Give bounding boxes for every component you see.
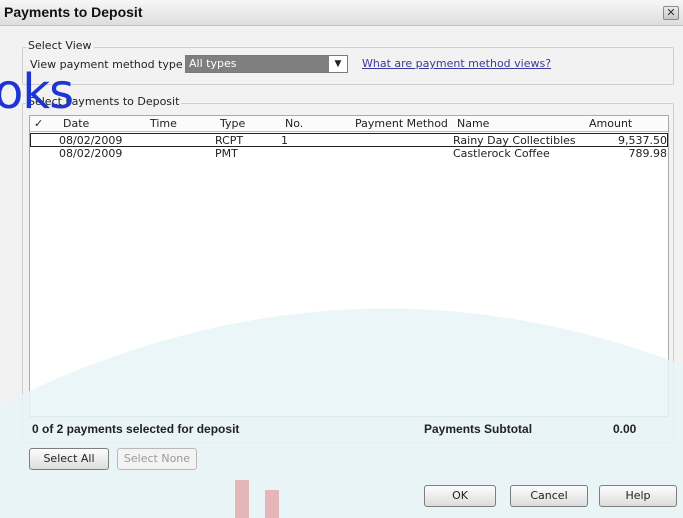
selection-count-text: 0 of 2 payments selected for deposit — [32, 422, 240, 436]
close-button[interactable]: ✕ — [663, 6, 679, 20]
row-type: PMT — [215, 147, 238, 160]
no-column-header[interactable]: No. — [285, 117, 303, 130]
title-bar: Payments to Deposit ✕ — [0, 0, 683, 26]
ok-button[interactable]: OK — [424, 485, 496, 507]
row-type: RCPT — [215, 134, 244, 147]
select-payments-label: Select Payments to Deposit — [26, 95, 182, 108]
time-column-header[interactable]: Time — [150, 117, 177, 130]
table-row[interactable]: 08/02/2009 PMT Castlerock Coffee 789.98 — [30, 147, 668, 161]
select-none-button[interactable]: Select None — [117, 448, 197, 470]
window-title: Payments to Deposit — [4, 4, 143, 20]
amount-column-header[interactable]: Amount — [589, 117, 632, 130]
row-date: 08/02/2009 — [59, 134, 123, 147]
row-number: 1 — [281, 134, 288, 147]
close-icon: ✕ — [666, 6, 676, 19]
payment-method-type-value: All types — [186, 56, 329, 72]
row-amount: 789.98 — [628, 147, 668, 160]
payments-to-deposit-window: Payments to Deposit ✕ Select View View p… — [0, 0, 683, 518]
payment-method-type-select[interactable]: All types ▼ — [185, 55, 348, 73]
row-name: Castlerock Coffee — [453, 147, 550, 160]
payment-method-views-help-link[interactable]: What are payment method views? — [362, 57, 551, 70]
type-column-header[interactable]: Type — [220, 117, 245, 130]
payments-table: ✓ Date Time Type No. Payment Method Name… — [29, 115, 669, 417]
payments-subtotal-value: 0.00 — [613, 422, 637, 436]
row-name: Rainy Day Collectibles — [453, 134, 576, 147]
row-amount: 9,537.50 — [618, 134, 667, 147]
row-date: 08/02/2009 — [59, 147, 123, 160]
chevron-down-icon[interactable]: ▼ — [329, 56, 347, 72]
select-all-button[interactable]: Select All — [29, 448, 109, 470]
payments-subtotal-label: Payments Subtotal — [424, 422, 533, 436]
name-column-header[interactable]: Name — [457, 117, 489, 130]
cancel-button[interactable]: Cancel — [510, 485, 588, 507]
table-row[interactable]: 08/02/2009 RCPT 1 Rainy Day Collectibles… — [30, 133, 668, 147]
check-column-header[interactable]: ✓ — [34, 117, 43, 130]
table-header: ✓ Date Time Type No. Payment Method Name… — [30, 116, 668, 132]
payment-method-column-header[interactable]: Payment Method — [355, 117, 448, 130]
date-column-header[interactable]: Date — [63, 117, 89, 130]
payment-method-type-label: View payment method type — [30, 58, 183, 71]
select-view-label: Select View — [26, 39, 94, 52]
help-button[interactable]: Help — [599, 485, 677, 507]
